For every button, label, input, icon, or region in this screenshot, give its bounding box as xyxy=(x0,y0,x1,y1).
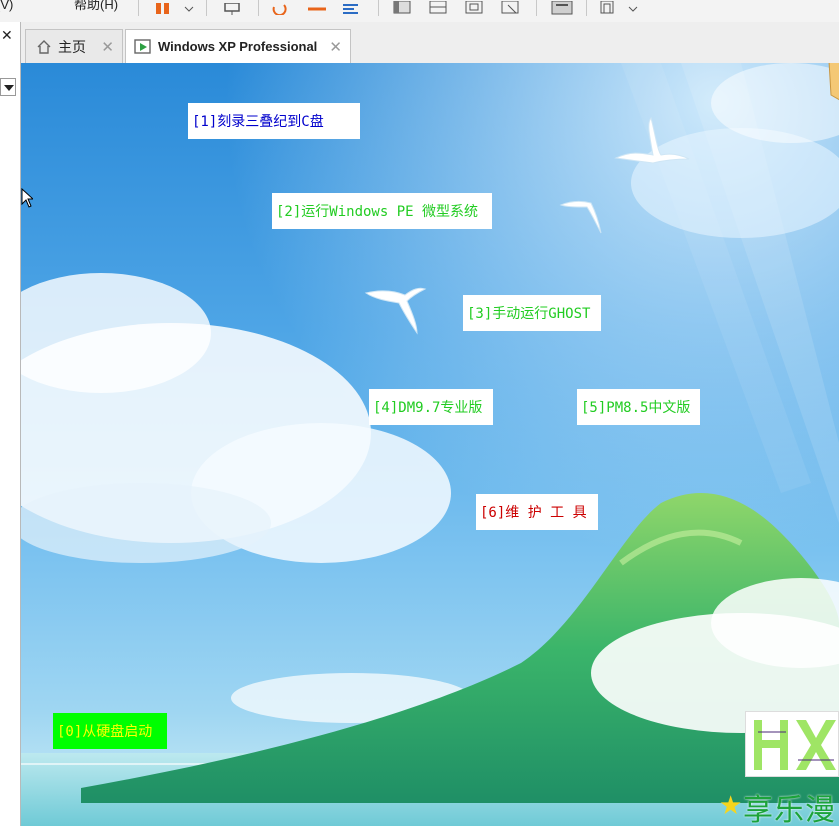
close-icon[interactable]: ✕ xyxy=(1,28,13,44)
toolbar-separator xyxy=(138,0,139,16)
boot-background xyxy=(21,63,839,826)
library-dropdown[interactable] xyxy=(0,78,16,96)
boot-item-label: [3]手动运行GHOST xyxy=(467,306,591,322)
view-full-icon[interactable] xyxy=(428,0,450,14)
shield-icon xyxy=(825,63,839,109)
boot-item-3[interactable]: [3]手动运行GHOST xyxy=(463,295,601,331)
logo-text: 享乐漫 xyxy=(743,793,836,826)
view-stretch-icon[interactable] xyxy=(500,0,522,14)
close-icon[interactable]: ✕ xyxy=(329,38,342,56)
chevron-down-icon[interactable] xyxy=(184,0,194,14)
boot-item-4[interactable]: [4]DM9.7专业版 xyxy=(369,389,493,425)
boot-item-1[interactable]: [1]刻录三叠纪到C盘 xyxy=(188,103,360,139)
hx-logo xyxy=(745,711,839,777)
menu-view[interactable]: 查看(V) xyxy=(0,0,13,13)
boot-item-6[interactable]: [6]维 护 工 具 xyxy=(476,494,598,530)
star-icon: ★ xyxy=(719,791,743,821)
snapshot-icon[interactable] xyxy=(306,0,328,14)
toolbar-separator xyxy=(378,0,379,16)
boot-item-0[interactable]: [0]从硬盘启动 xyxy=(53,713,167,749)
snapshot-revert-icon[interactable] xyxy=(270,0,292,17)
boot-item-label: [2]运行Windows PE 微型系统 xyxy=(276,204,479,220)
tab-home[interactable]: 主页 ✕ xyxy=(25,29,123,63)
boot-item-label: [1]刻录三叠纪到C盘 xyxy=(192,114,324,130)
library-icon[interactable] xyxy=(598,0,620,14)
chevron-down-icon[interactable] xyxy=(628,0,638,14)
boot-item-label: [5]PM8.5中文版 xyxy=(581,400,691,416)
boot-item-label: [0]从硬盘启动 xyxy=(57,724,153,740)
view-console-icon[interactable] xyxy=(392,0,414,14)
menu-help[interactable]: 帮助(H) xyxy=(74,0,118,13)
vm-screen[interactable]: [1]刻录三叠纪到C盘 [2]运行Windows PE 微型系统 [3]手动运行… xyxy=(21,63,839,826)
boot-item-label: [4]DM9.7专业版 xyxy=(373,400,483,416)
boot-item-5[interactable]: [5]PM8.5中文版 xyxy=(577,389,700,425)
toolbar-separator xyxy=(258,0,259,16)
toolbar-separator xyxy=(536,0,537,16)
tab-windows-xp[interactable]: Windows XP Professional ✕ xyxy=(125,29,351,63)
toolbar-separator xyxy=(206,0,207,16)
tab-bar: 主页 ✕ Windows XP Professional ✕ xyxy=(21,22,839,64)
library-panel: ✕ xyxy=(0,22,21,826)
send-keys-icon[interactable] xyxy=(222,0,244,15)
vmware-toolbar: 查看(V) 帮助(H) xyxy=(0,0,839,23)
tab-label: Windows XP Professional xyxy=(158,39,318,54)
vm-icon xyxy=(134,38,152,55)
mouse-cursor-icon xyxy=(21,187,35,212)
toolbar-separator xyxy=(586,0,587,16)
pause-icon[interactable] xyxy=(154,0,174,14)
close-icon[interactable]: ✕ xyxy=(101,38,114,56)
boot-item-2[interactable]: [2]运行Windows PE 微型系统 xyxy=(272,193,492,229)
boot-item-label: [6]维 护 工 具 xyxy=(480,505,587,521)
console-view-icon[interactable] xyxy=(548,0,576,15)
snapshot-manager-icon[interactable] xyxy=(340,0,362,14)
tab-label: 主页 xyxy=(58,39,86,56)
home-icon xyxy=(36,39,52,55)
view-unity-icon[interactable] xyxy=(464,0,486,14)
